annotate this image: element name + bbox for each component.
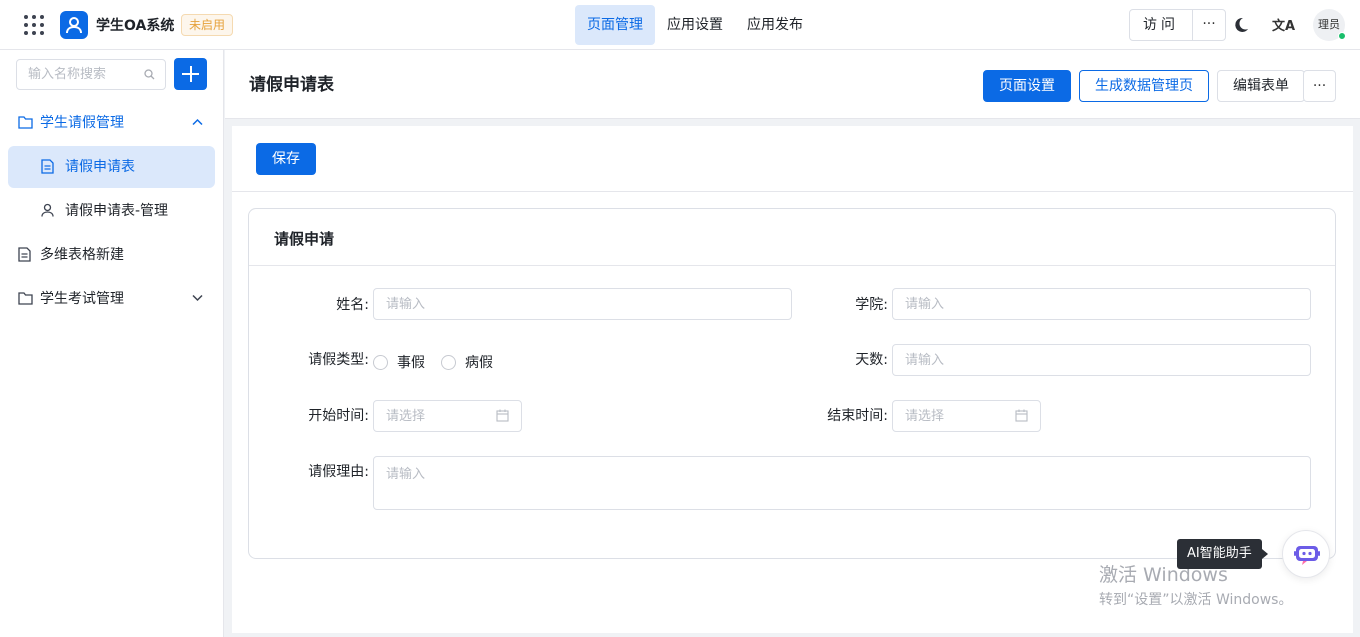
visit-button-group: 访问 ··· xyxy=(1129,9,1226,41)
visit-more-button[interactable]: ··· xyxy=(1193,10,1225,40)
sidebar-item-leave-form-admin[interactable]: 请假申请表-管理 xyxy=(8,190,215,232)
user-icon xyxy=(41,203,54,217)
more-actions-button[interactable]: ··· xyxy=(1303,70,1336,102)
page-settings-button[interactable]: 页面设置 xyxy=(983,70,1071,102)
edit-form-button[interactable]: 编辑表单 xyxy=(1217,70,1305,102)
form-card: 请假申请 姓名: 学院: 请假类型: 事假 病假 天数: 开始时间: xyxy=(248,208,1336,559)
top-header: 学生OA系统 未启用 页面管理 应用设置 应用发布 访问 ··· 文A 理员 xyxy=(0,0,1360,50)
sidebar-item-label: 学生请假管理 xyxy=(40,115,124,131)
page-header: 请假申请表 页面设置 生成数据管理页 编辑表单 ··· xyxy=(225,50,1360,119)
radio-circle xyxy=(373,354,388,370)
name-input[interactable] xyxy=(386,289,741,319)
form-title: 请假申请 xyxy=(274,230,335,248)
ai-assistant-tooltip: AI智能助手 xyxy=(1177,539,1268,569)
start-time-picker[interactable] xyxy=(373,400,522,432)
sidebar-item-label: 请假申请表 xyxy=(65,159,135,175)
app-title: 学生OA系统 xyxy=(96,18,175,34)
add-page-button[interactable] xyxy=(174,58,207,90)
visit-button[interactable]: 访问 xyxy=(1130,10,1193,40)
translate-icon[interactable]: 文A xyxy=(1272,15,1295,34)
reason-label: 请假理由: xyxy=(308,464,369,480)
search-input[interactable] xyxy=(28,60,148,89)
radio-label: 病假 xyxy=(465,355,493,371)
robot-icon xyxy=(1294,546,1320,565)
end-time-input[interactable] xyxy=(905,401,1005,431)
form-toolbar: 保存 xyxy=(232,126,1353,192)
status-badge: 未启用 xyxy=(181,14,234,36)
sidebar-item-exam-management[interactable]: 学生考试管理 xyxy=(8,278,215,320)
watermark-line2: 转到“设置”以激活 Windows。 xyxy=(1099,592,1293,608)
sidebar-item-leave-form[interactable]: 请假申请表 xyxy=(8,146,215,188)
sidebar-item-label: 多维表格新建 xyxy=(40,247,124,263)
folder-icon xyxy=(18,116,33,129)
calendar-icon xyxy=(1015,409,1028,422)
dark-mode-icon[interactable] xyxy=(1232,16,1250,34)
name-field-wrapper xyxy=(373,288,792,320)
online-status-dot xyxy=(1338,32,1346,40)
radio-label: 事假 xyxy=(397,355,425,371)
days-input[interactable] xyxy=(905,345,1260,375)
user-avatar[interactable]: 理员 xyxy=(1313,9,1346,41)
radio-sick-leave[interactable]: 病假 xyxy=(441,352,493,372)
start-time-input[interactable] xyxy=(386,401,486,431)
top-nav: 页面管理 应用设置 应用发布 xyxy=(575,5,815,45)
end-time-picker[interactable] xyxy=(892,400,1041,432)
avatar-text: 理员 xyxy=(1318,18,1340,31)
days-field-wrapper xyxy=(892,344,1311,376)
nav-app-publish[interactable]: 应用发布 xyxy=(735,5,815,45)
chevron-up-icon[interactable] xyxy=(192,118,203,126)
sidebar-item-label: 学生考试管理 xyxy=(40,291,124,307)
days-label: 天数: xyxy=(855,352,888,368)
folder-icon xyxy=(18,292,33,305)
form-doc-icon xyxy=(41,159,54,174)
sidebar-item-leave-management[interactable]: 学生请假管理 xyxy=(8,102,215,144)
page-title: 请假申请表 xyxy=(249,75,334,95)
radio-circle xyxy=(441,354,456,370)
sidebar-item-label: 请假申请表-管理 xyxy=(65,203,169,219)
name-label: 姓名: xyxy=(336,297,369,313)
nav-app-settings[interactable]: 应用设置 xyxy=(655,5,735,45)
start-time-label: 开始时间: xyxy=(308,408,369,424)
sidebar: 学生请假管理 请假申请表 请假申请表-管理 多维表格新建 学生考试管理 xyxy=(0,50,224,637)
college-input[interactable] xyxy=(905,289,1260,319)
end-time-label: 结束时间: xyxy=(827,408,888,424)
app-logo-icon xyxy=(60,11,88,39)
reason-field-wrapper xyxy=(373,456,1311,510)
college-field-wrapper xyxy=(892,288,1311,320)
ai-assistant-button[interactable] xyxy=(1282,530,1330,578)
radio-personal-leave[interactable]: 事假 xyxy=(373,352,425,372)
college-label: 学院: xyxy=(855,297,888,313)
calendar-icon xyxy=(496,409,509,422)
generate-admin-page-button[interactable]: 生成数据管理页 xyxy=(1079,70,1209,102)
sidebar-item-multi-table[interactable]: 多维表格新建 xyxy=(8,234,215,276)
leave-type-label: 请假类型: xyxy=(308,352,369,368)
divider xyxy=(249,265,1335,266)
nav-page-management[interactable]: 页面管理 xyxy=(575,5,655,45)
chevron-down-icon[interactable] xyxy=(192,294,203,302)
reason-textarea[interactable] xyxy=(386,463,1182,499)
search-icon xyxy=(144,69,155,80)
app-grid-icon[interactable] xyxy=(24,15,44,35)
sidebar-search xyxy=(16,59,166,90)
save-button[interactable]: 保存 xyxy=(256,143,316,175)
document-icon xyxy=(18,247,31,262)
